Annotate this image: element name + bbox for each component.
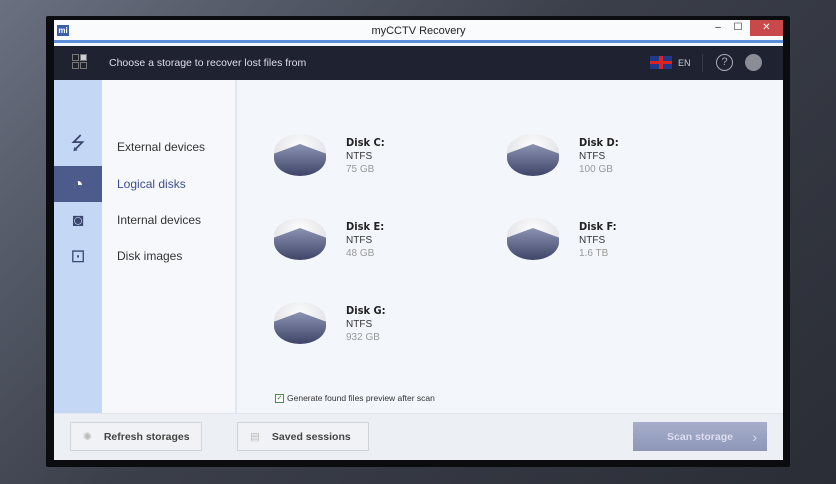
disk-filesystem: NTFS <box>346 319 373 330</box>
footer-bar: ✺ Refresh storages ▤ Saved sessions Scan… <box>54 413 783 460</box>
header-instruction: Choose a storage to recover lost files f… <box>109 57 307 69</box>
disk-item-f[interactable]: Disk F: NTFS 1.6 TB <box>506 216 706 276</box>
disk-size: 75 GB <box>346 164 375 175</box>
minimize-button[interactable]: ‒ <box>708 20 728 36</box>
preview-option[interactable]: ✓ Generate found files preview after sca… <box>275 393 435 403</box>
uk-flag-icon[interactable] <box>650 56 672 69</box>
saved-sessions-icon: ▤ <box>250 430 260 443</box>
header-divider <box>702 54 703 72</box>
disk-filesystem: NTFS <box>579 151 606 162</box>
help-icon[interactable]: ? <box>716 54 733 71</box>
nav-item-logical-disks[interactable]: Logical disks <box>117 177 186 191</box>
disk-name: Disk G: <box>346 304 386 317</box>
disk-filesystem: NTFS <box>579 235 606 246</box>
storage-grid-icon <box>72 54 88 70</box>
nav-item-internal-devices[interactable]: Internal devices <box>117 213 201 227</box>
hard-drive-icon[interactable]: ◙ <box>54 202 102 238</box>
disk-item-g[interactable]: Disk G: NTFS 932 GB <box>273 300 473 360</box>
disk-size: 100 GB <box>579 164 613 175</box>
disk-name: Disk E: <box>346 220 385 233</box>
nav-item-disk-images[interactable]: Disk images <box>117 249 182 263</box>
disk-icon <box>273 132 327 178</box>
disk-image-folder-icon[interactable]: ⊡ <box>54 238 102 274</box>
app-window: mi myCCTV Recovery ‒ ☐ ✕ Choose a storag… <box>54 20 783 460</box>
title-bar: mi myCCTV Recovery ‒ ☐ ✕ <box>54 20 783 43</box>
refresh-label: Refresh storages <box>103 430 190 443</box>
disk-item-d[interactable]: Disk D: NTFS 100 GB <box>506 132 706 192</box>
disk-name: Disk F: <box>579 220 617 233</box>
close-button[interactable]: ✕ <box>750 20 783 36</box>
disk-icon <box>506 132 560 178</box>
saved-sessions-label: Saved sessions <box>271 430 351 443</box>
disk-size: 932 GB <box>346 332 380 343</box>
disk-name: Disk C: <box>346 136 385 149</box>
language-selector[interactable]: EN <box>678 58 691 68</box>
nav-list: External devices Logical disks Internal … <box>102 80 237 413</box>
nav-icon-column: ⭍ ◔ ◙ ⊡ <box>54 80 102 413</box>
disk-item-e[interactable]: Disk E: NTFS 48 GB <box>273 216 473 276</box>
disk-filesystem: NTFS <box>346 151 373 162</box>
preview-checkbox[interactable]: ✓ <box>275 393 284 403</box>
disk-icon <box>273 300 327 346</box>
disk-icon <box>273 216 327 262</box>
scan-storage-button[interactable]: Scan storage › <box>633 422 767 451</box>
nav-item-external-devices[interactable]: External devices <box>117 140 205 154</box>
disk-filesystem: NTFS <box>346 235 373 246</box>
logical-disk-icon[interactable]: ◔ <box>54 166 102 202</box>
disk-size: 48 GB <box>346 248 375 259</box>
refresh-icon: ✺ <box>83 430 92 443</box>
disk-name: Disk D: <box>579 136 619 149</box>
chevron-right-icon: › <box>752 428 757 445</box>
window-title: myCCTV Recovery <box>371 25 466 37</box>
user-avatar-icon[interactable] <box>745 54 762 71</box>
maximize-button[interactable]: ☐ <box>728 20 748 36</box>
refresh-storages-button[interactable]: ✺ Refresh storages <box>70 422 202 451</box>
preview-label: Generate found files preview after scan <box>287 393 435 403</box>
scan-storage-label: Scan storage <box>667 430 733 443</box>
disk-size: 1.6 TB <box>579 248 609 259</box>
disk-item-c[interactable]: Disk C: NTFS 75 GB <box>273 132 473 192</box>
saved-sessions-button[interactable]: ▤ Saved sessions <box>237 422 369 451</box>
usb-icon[interactable]: ⭍ <box>54 128 102 164</box>
disk-icon <box>506 216 560 262</box>
header-bar: Choose a storage to recover lost files f… <box>54 46 783 80</box>
